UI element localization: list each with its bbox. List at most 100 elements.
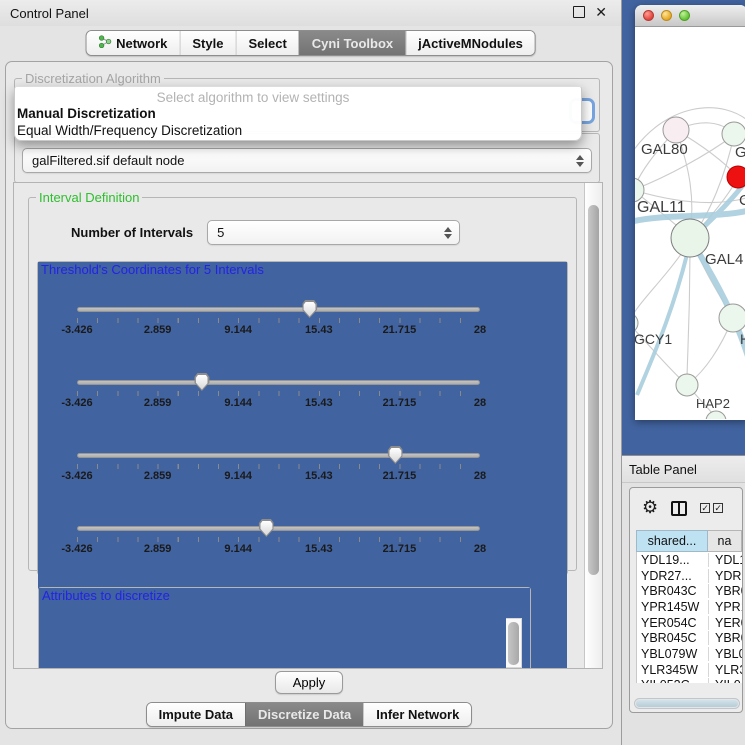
- discretization-algorithm-title: Discretization Algorithm: [22, 71, 164, 86]
- table-row[interactable]: YLR345WYLR3: [637, 662, 742, 678]
- node-label-hap2: HAP2: [696, 396, 730, 411]
- tab-discretize-data-label: Discretize Data: [258, 707, 351, 722]
- tab-cyni-toolbox[interactable]: Cyni Toolbox: [299, 31, 405, 55]
- slider-scale-labels: -3.4262.8599.14415.4321.71528: [77, 324, 480, 337]
- scrollbar-thumb[interactable]: [636, 700, 738, 707]
- threshold-3-slider-thumb[interactable]: [388, 446, 403, 464]
- table-data-combobox[interactable]: galFiltered.sif default node: [22, 148, 592, 173]
- table-body: YDL19...YDL1 YDR27...YDR2 YBR043CYBR0 YP…: [636, 552, 742, 683]
- scrollbar-thumb[interactable]: [588, 205, 599, 575]
- table-row[interactable]: YER054CYER0: [637, 615, 742, 631]
- threshold-1-slider-track[interactable]: [77, 307, 480, 312]
- panel-title: Control Panel: [10, 6, 89, 21]
- tab-discretize-data[interactable]: Discretize Data: [245, 703, 363, 726]
- table-row[interactable]: YIL052CYIL0: [637, 678, 742, 684]
- float-panel-icon[interactable]: [573, 6, 585, 18]
- apply-button[interactable]: Apply: [275, 671, 344, 694]
- stepper-icon: [576, 155, 584, 167]
- tab-network[interactable]: Network: [86, 31, 179, 55]
- tab-style[interactable]: Style: [179, 31, 235, 55]
- threshold-2-slider-thumb[interactable]: [194, 373, 209, 391]
- table-panel-title: Table Panel: [629, 462, 697, 477]
- table-row[interactable]: YBL079WYBL0: [637, 646, 742, 662]
- tab-infer-network-label: Infer Network: [376, 707, 459, 722]
- attributes-to-discretize-group: Attributes to discretize Numerical Attri…: [38, 587, 531, 668]
- table-horizontal-scrollbar[interactable]: [634, 698, 740, 709]
- node-label-gal4: GAL4: [705, 251, 743, 268]
- node-label-h: H: [740, 331, 745, 347]
- select-columns-icons[interactable]: ✓ ✓: [700, 503, 723, 513]
- tab-infer-network[interactable]: Infer Network: [363, 703, 471, 726]
- node-label-c: C: [739, 192, 745, 209]
- table-row[interactable]: YBR043CYBR0: [637, 583, 742, 599]
- minimize-window-icon[interactable]: [661, 10, 672, 21]
- slider-scale-labels: -3.4262.8599.14415.4321.71528: [77, 543, 480, 556]
- tab-jactivemnodules[interactable]: jActiveMNodules: [405, 31, 535, 55]
- close-panel-icon[interactable]: ✕: [595, 6, 607, 18]
- number-of-intervals-label: Number of Intervals: [71, 225, 193, 240]
- slider-tick-marks: [77, 537, 480, 542]
- checkbox-icon[interactable]: ✓: [700, 503, 710, 513]
- attributes-list-scrollbar[interactable]: [506, 618, 522, 668]
- network-view[interactable]: GAL80 GA C GAL11 GAL4 GCY1 H HAP2: [635, 27, 745, 419]
- node-label-gcy1: GCY1: [635, 331, 672, 347]
- stepper-icon: [444, 227, 452, 239]
- network-window: GAL80 GA C GAL11 GAL4 GCY1 H HAP2: [635, 5, 745, 420]
- side-panel-tabs: Network Style Select Cyni Toolbox jActiv…: [85, 30, 536, 56]
- tab-select[interactable]: Select: [235, 31, 298, 55]
- tab-select-label: Select: [248, 36, 286, 51]
- number-of-intervals-combobox[interactable]: 5: [207, 220, 460, 245]
- slider-tick-marks: [77, 318, 480, 323]
- table-row[interactable]: YDL19...YDL1: [637, 552, 742, 568]
- algorithm-dropdown-popup: Select algorithm to view settings Manual…: [14, 86, 582, 141]
- zoom-window-icon[interactable]: [679, 10, 690, 21]
- threshold-3-slider-track[interactable]: [77, 453, 480, 458]
- table-row[interactable]: YBR045CYBR0: [637, 630, 742, 646]
- tab-jactivemnodules-label: jActiveMNodules: [418, 36, 523, 51]
- threshold-coordinates-group: Threshold's Coordinates for 5 Intervals …: [37, 261, 568, 575]
- attributes-group-title: Attributes to discretize: [39, 588, 530, 668]
- threshold-4-slider-track[interactable]: [77, 526, 480, 531]
- table-header-row: shared... na: [636, 530, 742, 552]
- control-panel-titlebar: Control Panel ✕: [0, 0, 621, 26]
- tab-cyni-toolbox-label: Cyni Toolbox: [312, 36, 393, 51]
- node-label-gal11: GAL11: [637, 199, 686, 216]
- table-panel: ⚙ ✓ ✓ shared... na YDL19...YDL1 YDR27...…: [629, 487, 743, 713]
- table-data-value: galFiltered.sif default node: [32, 153, 184, 168]
- close-window-icon[interactable]: [643, 10, 654, 21]
- gear-icon[interactable]: ⚙: [642, 499, 658, 517]
- tab-network-label: Network: [116, 36, 167, 51]
- slider-scale-labels: -3.4262.8599.14415.4321.71528: [77, 397, 480, 410]
- tab-impute-data-label: Impute Data: [159, 707, 233, 722]
- tab-impute-data[interactable]: Impute Data: [147, 703, 245, 726]
- column-header-shared-name[interactable]: shared...: [636, 530, 708, 552]
- slider-tick-marks: [77, 391, 480, 396]
- slider-scale-labels: -3.4262.8599.14415.4321.71528: [77, 470, 480, 483]
- popup-item-equal-width-frequency[interactable]: Equal Width/Frequency Discretization: [15, 122, 581, 139]
- columns-icon[interactable]: [671, 501, 687, 516]
- number-of-intervals-value: 5: [217, 225, 224, 240]
- cyni-toolbox-content: Discretization Algorithm Select algorith…: [5, 61, 613, 729]
- settings-scroll-pane: Interval Definition Number of Intervals …: [13, 182, 603, 669]
- algorithm-prompt: Select algorithm to view settings: [15, 87, 581, 105]
- control-panel: Control Panel ✕ Network Style Select: [0, 0, 622, 745]
- popup-item-manual-discretization[interactable]: Manual Discretization: [15, 105, 581, 122]
- slider-tick-marks: [77, 464, 480, 469]
- tab-style-label: Style: [192, 36, 223, 51]
- threshold-2-slider-track[interactable]: [77, 380, 480, 385]
- threshold-4-slider-thumb[interactable]: [259, 519, 274, 537]
- right-region: GAL80 GA C GAL11 GAL4 GCY1 H HAP2 Table …: [622, 0, 745, 745]
- checkbox-icon[interactable]: ✓: [713, 503, 723, 513]
- table-row[interactable]: YPR145WYPR1: [637, 599, 742, 615]
- threshold-1-slider-thumb[interactable]: [302, 300, 317, 318]
- network-icon: [98, 35, 111, 51]
- network-panel-background: GAL80 GA C GAL11 GAL4 GCY1 H HAP2: [622, 0, 745, 455]
- settings-vertical-scrollbar[interactable]: [584, 183, 602, 668]
- column-header-name[interactable]: na: [708, 530, 742, 552]
- network-window-titlebar: [635, 5, 745, 27]
- interval-definition-title: Interval Definition: [36, 190, 142, 205]
- node-label-gal80: GAL80: [641, 141, 688, 158]
- table-row[interactable]: YDR27...YDR2: [637, 568, 742, 584]
- table-panel-titlebar: Table Panel: [622, 455, 745, 483]
- scrollbar-thumb[interactable]: [508, 622, 519, 665]
